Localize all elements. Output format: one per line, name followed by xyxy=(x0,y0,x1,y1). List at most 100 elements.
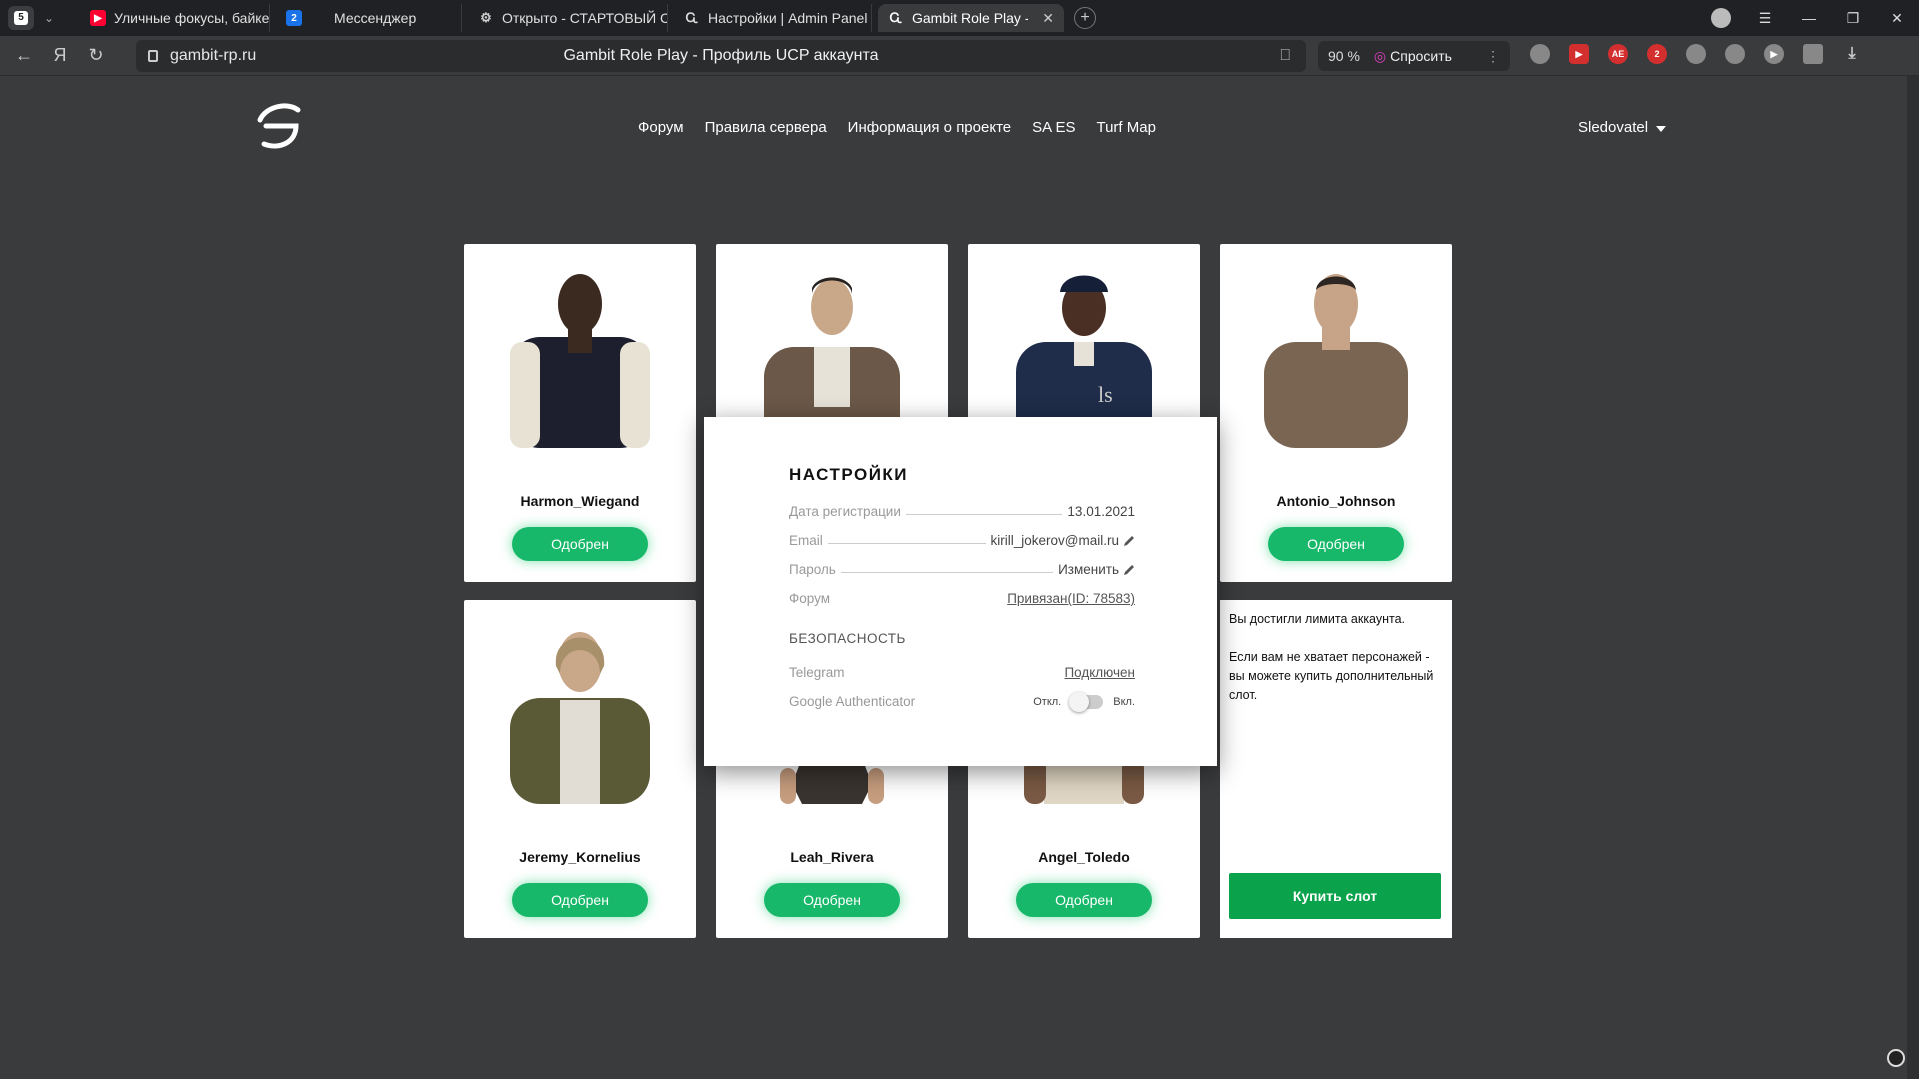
telegram-link[interactable]: Подключен xyxy=(1064,665,1135,680)
tab-count-button[interactable]: 5 xyxy=(8,6,34,30)
character-name: Jeremy_Kornelius xyxy=(519,849,641,865)
tab-title: Настройки | Admin Panel xyxy=(708,10,868,26)
reload-icon[interactable]: ↻ xyxy=(78,45,114,66)
password-value-wrap[interactable]: Изменить xyxy=(1058,562,1135,577)
telegram-row: Telegram Подключен xyxy=(789,660,1135,680)
character-card[interactable]: Harmon_Wiegand Одобрен xyxy=(464,244,696,582)
status-button[interactable]: Одобрен xyxy=(512,883,648,917)
play-extension-icon[interactable]: ▶ xyxy=(1764,44,1784,64)
gambit-icon: Ꮹ xyxy=(685,10,699,25)
security-title: БЕЗОПАСНОСТЬ xyxy=(789,631,906,646)
zoom-ask-box: 90 % Спросить ⋮ xyxy=(1318,41,1510,71)
character-card[interactable]: Antonio_Johnson Одобрен xyxy=(1220,244,1452,582)
assistant-icon[interactable] xyxy=(1887,1049,1905,1067)
tab-gambit-profile[interactable]: Ꮹ Gambit Role Play - Проф ✕ xyxy=(878,4,1064,32)
character-avatar xyxy=(1264,274,1408,448)
red-extension-icon[interactable]: ▶ xyxy=(1569,44,1589,64)
nav-server-rules[interactable]: Правила сервера xyxy=(705,119,827,136)
bookmark-icon[interactable]: ⎕ xyxy=(1280,47,1290,65)
extension-badge-icon[interactable]: 2 xyxy=(1647,44,1667,64)
chevron-down-icon[interactable]: ⌄ xyxy=(38,11,60,25)
more-icon[interactable]: ⋮ xyxy=(1486,48,1500,65)
tab-title: Мессенджер xyxy=(334,10,417,26)
ae-extension-icon[interactable]: AE xyxy=(1608,44,1628,64)
nav-forum[interactable]: Форум xyxy=(638,119,684,136)
tab-title: Gambit Role Play - Проф xyxy=(912,10,1028,26)
email-value: kirill_jokerov@mail.ru xyxy=(990,533,1119,548)
zoom-level[interactable]: 90 % xyxy=(1328,48,1360,64)
google-authenticator-row: Google Authenticator Откл. Вкл. xyxy=(789,689,1135,712)
pencil-icon[interactable] xyxy=(1123,535,1135,547)
page-title: Gambit Role Play - Профиль UCP аккаунта xyxy=(563,47,879,64)
character-card[interactable]: Jeremy_Kornelius Одобрен xyxy=(464,600,696,938)
url-field[interactable]: gambit-rp.ru Gambit Role Play - Профиль … xyxy=(136,40,1306,72)
status-button[interactable]: Одобрен xyxy=(512,527,648,561)
profile-icon[interactable] xyxy=(1711,8,1731,28)
forum-row: Форум Привязан(ID: 78583) xyxy=(789,586,1135,606)
character-avatar xyxy=(510,274,650,448)
nav-sa-es[interactable]: SA ES xyxy=(1032,119,1075,136)
scrollbar[interactable] xyxy=(1907,76,1919,1079)
svg-text:ls: ls xyxy=(1098,382,1113,407)
buy-slot-button[interactable]: Купить слот xyxy=(1229,873,1441,919)
site-header: Форум Правила сервера Информация о проек… xyxy=(0,76,1907,176)
extensions-row: ▶ AE 2 ▶ ⤓ xyxy=(1530,44,1862,64)
new-tab-button[interactable]: + xyxy=(1074,7,1096,29)
close-window-icon[interactable]: ✕ xyxy=(1875,10,1919,27)
tab-title: Уличные фокусы, байкер xyxy=(114,10,270,26)
tab-bar: 5 ⌄ ▶ Уличные фокусы, байкер 2 Мессендже… xyxy=(0,0,1919,36)
ga-toggle-wrap: Откл. Вкл. xyxy=(1033,692,1135,712)
ask-button[interactable]: Спросить xyxy=(1374,48,1452,65)
character-name: Antonio_Johnson xyxy=(1276,493,1396,509)
status-button[interactable]: Одобрен xyxy=(764,883,900,917)
gamepad-icon: ⚙ xyxy=(480,10,492,25)
globe-extension-icon[interactable] xyxy=(1686,44,1706,64)
limit-line-1: Вы достигли лимита аккаунта. xyxy=(1229,612,1406,626)
ga-toggle[interactable] xyxy=(1069,692,1104,712)
gambit-logo[interactable] xyxy=(252,98,306,152)
account-limit-card: Вы достигли лимита аккаунта. Если вам не… xyxy=(1220,600,1452,938)
registration-date-label: Дата регистрации xyxy=(789,504,901,519)
pencil-icon[interactable] xyxy=(1123,564,1135,576)
nav-project-info[interactable]: Информация о проекте xyxy=(848,119,1011,136)
gambit-icon: Ꮹ xyxy=(889,10,903,25)
email-label: Email xyxy=(789,533,823,548)
status-button[interactable]: Одобрен xyxy=(1016,883,1152,917)
restore-icon[interactable]: ❐ xyxy=(1831,10,1875,27)
status-button[interactable]: Одобрен xyxy=(1268,527,1404,561)
character-name: Harmon_Wiegand xyxy=(520,493,640,509)
character-name: Angel_Toledo xyxy=(1038,849,1130,865)
settings-modal: НАСТРОЙКИ Дата регистрации 13.01.2021 Em… xyxy=(704,417,1217,766)
address-bar: ← Я ↻ gambit-rp.ru Gambit Role Play - Пр… xyxy=(0,36,1919,76)
lock-icon xyxy=(148,50,158,62)
puzzle-extension-icon[interactable] xyxy=(1803,44,1823,64)
back-icon[interactable]: ← xyxy=(6,45,42,66)
drop-extension-icon[interactable] xyxy=(1725,44,1745,64)
bulb-extension-icon[interactable] xyxy=(1530,44,1550,64)
tab-messenger[interactable]: 2 Мессенджер xyxy=(276,4,462,32)
menu-icon[interactable]: ☰ xyxy=(1743,10,1787,27)
divider xyxy=(827,543,986,544)
forum-link[interactable]: Привязан(ID: 78583) xyxy=(1007,591,1135,606)
settings-title: НАСТРОЙКИ xyxy=(789,465,909,484)
minimize-icon[interactable]: — xyxy=(1787,10,1831,26)
password-label: Пароль xyxy=(789,562,836,577)
tab-count: 5 xyxy=(14,11,28,25)
tab-admin-panel[interactable]: Ꮹ Настройки | Admin Panel xyxy=(674,4,872,32)
nav-turf-map[interactable]: Turf Map xyxy=(1096,119,1155,136)
character-avatar xyxy=(510,632,650,804)
tab-youtube[interactable]: ▶ Уличные фокусы, байкер xyxy=(80,4,270,32)
download-icon[interactable]: ⤓ xyxy=(1842,44,1862,64)
url-text: gambit-rp.ru xyxy=(170,47,257,64)
yandex-icon[interactable]: Я xyxy=(42,45,78,66)
close-icon[interactable]: ✕ xyxy=(1042,10,1054,27)
user-menu[interactable]: Sledovatel xyxy=(1578,119,1667,136)
toggle-on-label: Вкл. xyxy=(1113,696,1135,708)
registration-date-row: Дата регистрации 13.01.2021 xyxy=(789,499,1135,519)
limit-line-2: Если вам не хватает персонажей - вы може… xyxy=(1229,650,1434,702)
registration-date-value: 13.01.2021 xyxy=(1067,504,1135,519)
change-password-link[interactable]: Изменить xyxy=(1058,562,1119,577)
divider xyxy=(840,572,1054,573)
tab-open-starter[interactable]: ⚙ Открыто - СТАРТОВЫЙ С xyxy=(468,4,668,32)
youtube-icon: ▶ xyxy=(90,10,106,26)
